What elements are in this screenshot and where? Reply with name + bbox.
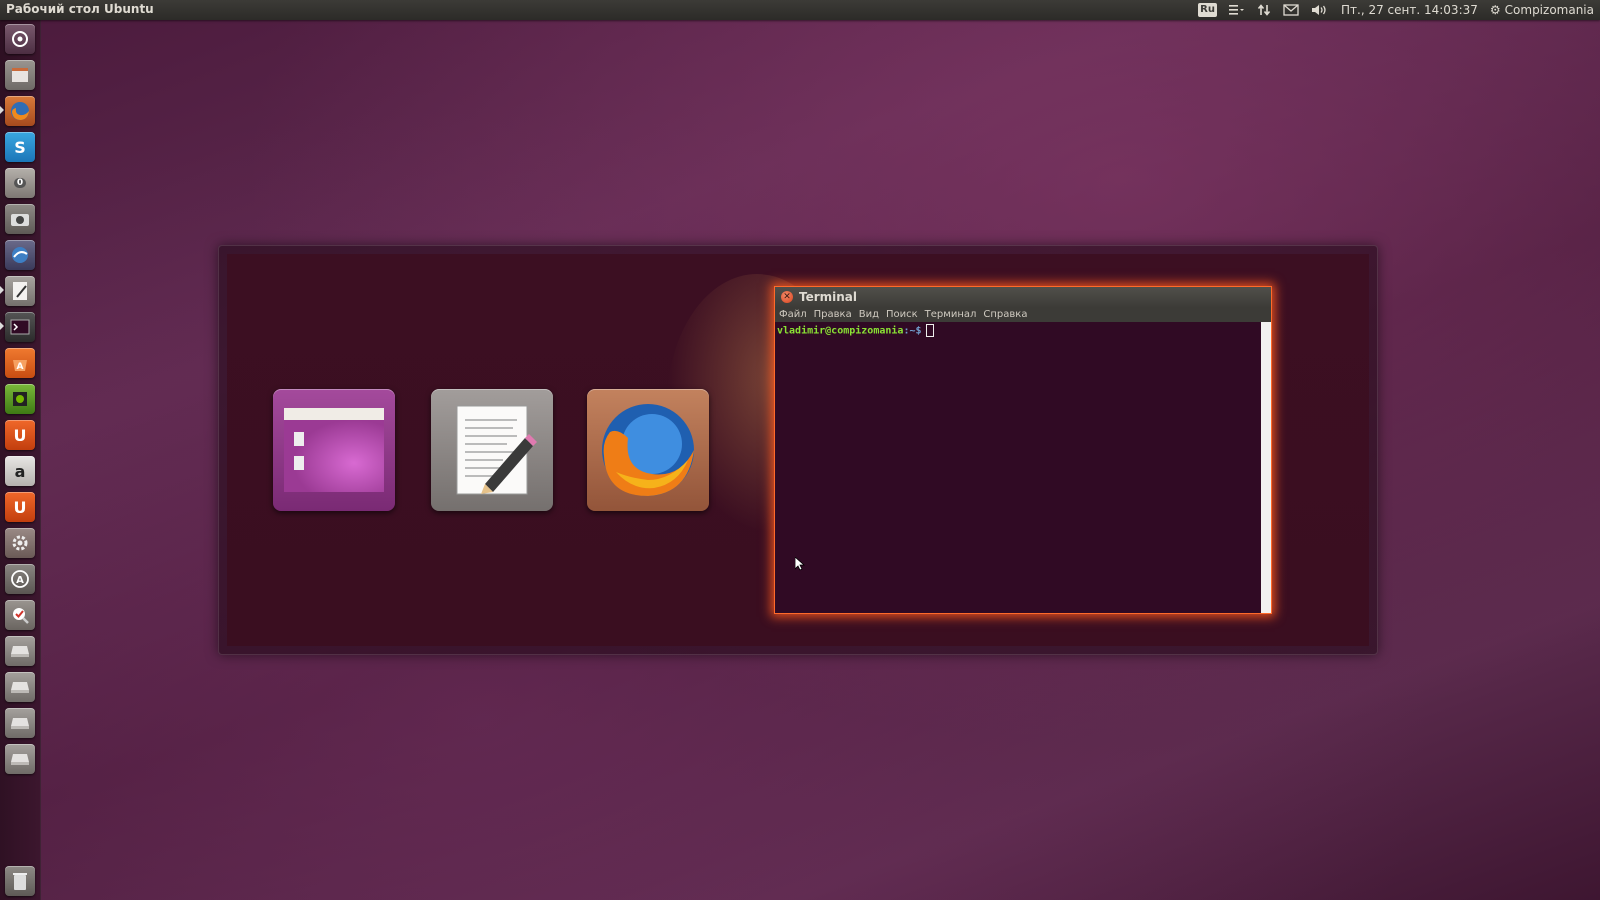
menu-item-terminal[interactable]: Терминал [925,309,977,320]
menu-item-file[interactable]: Файл [779,309,807,320]
svg-text:A: A [17,362,24,372]
tweak-tool-icon[interactable] [5,600,35,630]
notification-badge: 0 [13,178,27,188]
drive-icon-2[interactable] [5,672,35,702]
terminal-window[interactable]: ✕ Terminal Файл Правка Вид Поиск Термина… [774,286,1272,614]
terminal-icon[interactable] [5,312,35,342]
keyboard-layout-badge: Ru [1198,3,1217,17]
ubuntu-one-label: U [13,425,27,445]
switcher-tile-file-manager[interactable] [273,389,395,511]
drive-icon-4[interactable] [5,744,35,774]
terminal-titlebar[interactable]: ✕ Terminal [775,287,1271,307]
system-settings-icon[interactable] [5,528,35,558]
switcher-panel: ✕ Terminal Файл Правка Вид Поиск Термина… [227,254,1369,646]
running-indicator [0,106,4,114]
running-indicator [0,322,4,330]
prompt-path: :~$ [903,325,922,337]
drive-icon-1[interactable] [5,636,35,666]
session-menu[interactable]: ⚙ Compizomania [1490,0,1594,20]
notification-icon[interactable]: 0 [5,168,35,198]
software-center-icon[interactable]: A [5,348,35,378]
menu-icon[interactable] [1229,0,1245,20]
thunderbird-icon[interactable] [5,240,35,270]
text-cursor [925,324,934,337]
user-name: Compizomania [1504,3,1594,17]
menu-item-edit[interactable]: Правка [814,309,852,320]
trash-icon[interactable] [5,866,35,896]
ubuntu-one-music-icon[interactable]: U [5,492,35,522]
skype-icon[interactable]: S [5,132,35,162]
file-manager-icon[interactable] [5,60,35,90]
menu-item-search[interactable]: Поиск [886,309,918,320]
switcher-tile-text-editor[interactable] [431,389,553,511]
text-editor-icon [456,405,537,495]
dash-home-icon[interactable] [5,24,35,54]
terminal-menubar: Файл Правка Вид Поиск Терминал Справка [775,307,1271,322]
running-indicator [0,286,4,294]
menu-item-view[interactable]: Вид [859,309,879,320]
volume-icon[interactable] [1311,0,1329,20]
drive-icon-3[interactable] [5,708,35,738]
prompt-user: vladimir@compizomania [777,325,904,337]
svg-text:A: A [16,575,24,586]
gear-icon: ⚙ [1489,3,1501,17]
clock[interactable]: Пт., 27 сент. 14:03:37 [1341,0,1478,20]
amazon-icon[interactable]: a [5,456,35,486]
terminal-title: Terminal [799,290,858,304]
scrollbar[interactable] [1261,322,1271,613]
firefox-icon[interactable] [5,96,35,126]
keyboard-indicator[interactable]: Ru [1198,0,1217,20]
mouse-pointer-icon [794,556,806,575]
screenshot-icon[interactable] [5,204,35,234]
amazon-label: a [14,461,26,481]
app-switcher: ✕ Terminal Файл Правка Вид Поиск Термина… [218,245,1378,655]
network-icon[interactable] [1257,0,1271,20]
nvidia-settings-icon[interactable] [5,384,35,414]
software-updater-icon[interactable]: A [5,564,35,594]
launcher: S 0 A U a U A [0,20,41,900]
top-panel: Рабочий стол Ubuntu Ru Пт., 27 сент. 14:… [0,0,1600,20]
text-editor-icon[interactable] [5,276,35,306]
file-manager-icon [284,408,384,492]
window-title: Рабочий стол Ubuntu [6,2,154,16]
indicator-area: Ru Пт., 27 сент. 14:03:37 ⚙ Compizomania [1198,0,1594,20]
firefox-icon [602,404,694,496]
close-icon[interactable]: ✕ [781,291,793,303]
ubuntu-one-icon[interactable]: U [5,420,35,450]
mail-icon[interactable] [1283,0,1299,20]
terminal-content[interactable]: vladimir@compizomania:~$ [775,322,1261,613]
switcher-tile-firefox[interactable] [587,389,709,511]
ubuntu-one-music-label: U [13,497,27,517]
skype-label: S [14,137,26,157]
menu-item-help[interactable]: Справка [983,309,1027,320]
